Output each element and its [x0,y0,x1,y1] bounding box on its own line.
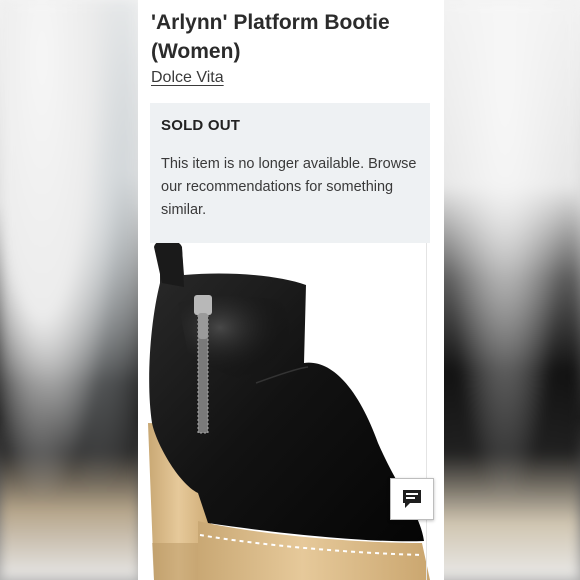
sold-out-message: This item is no longer available. Browse… [161,156,417,218]
bootie-illustration [148,239,430,580]
blurred-photo-background: 'Arlynn' Platform Bootie (Women) Dolce V… [0,0,580,580]
sold-out-notice: SOLD OUT This item is no longer availabl… [150,103,430,243]
image-edge-line [426,243,427,580]
product-title: 'Arlynn' Platform Bootie (Women) [151,11,390,63]
chat-button[interactable] [390,478,434,520]
sold-out-label: SOLD OUT [161,117,241,134]
chat-bubble-icon [403,490,421,508]
product-card: 'Arlynn' Platform Bootie (Women) Dolce V… [138,0,444,580]
brand-link[interactable]: Dolce Vita [151,69,224,87]
blurred-left-background [0,0,140,580]
product-image [138,239,444,580]
blurred-right-background [430,0,580,580]
